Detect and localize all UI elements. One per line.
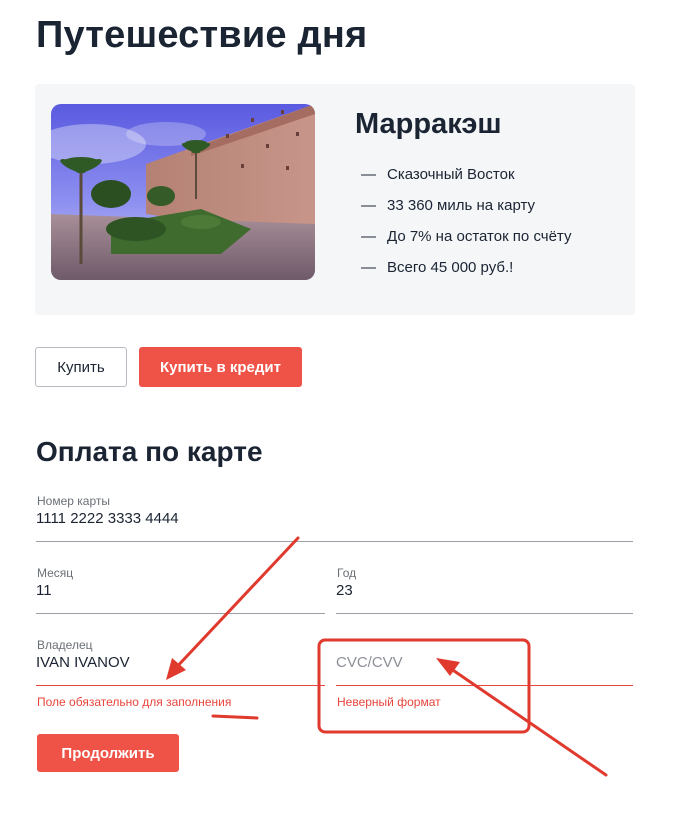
dash-icon: — bbox=[361, 259, 376, 276]
month-input[interactable] bbox=[36, 579, 325, 601]
trip-features-list: — Сказочный Восток —33 360 миль на карту … bbox=[361, 164, 571, 288]
year-input[interactable] bbox=[336, 579, 633, 601]
month-label: Месяц bbox=[37, 566, 74, 580]
cvc-underline bbox=[336, 685, 633, 686]
buy-credit-button[interactable]: Купить в кредит bbox=[139, 347, 302, 387]
cvc-error-message: Неверный формат bbox=[337, 695, 441, 709]
dash-icon: — bbox=[361, 166, 376, 183]
marrakech-wall-photo bbox=[51, 104, 315, 280]
trip-feature-text: 33 360 миль на карту bbox=[387, 197, 536, 214]
owner-underline bbox=[36, 685, 325, 686]
trip-card: Марракэш — Сказочный Восток — 33 360 миль … bbox=[35, 84, 635, 315]
payment-section-title: Оплата по карте bbox=[36, 436, 263, 467]
page-title: Путешествие дня bbox=[36, 14, 368, 56]
year-label: Год bbox=[337, 566, 357, 580]
dash-icon: — bbox=[361, 228, 376, 245]
year-field: Год bbox=[336, 566, 633, 616]
trip-feature-text: До 7% на остаток по счёту bbox=[387, 228, 572, 245]
card-number-underline bbox=[36, 541, 633, 542]
month-field: Месяц bbox=[36, 566, 325, 616]
trip-feature: — Всего 45 000 руб.! bbox=[361, 257, 571, 288]
cvc-input[interactable] bbox=[336, 651, 633, 673]
trip-feature: — До 7% на остаток по счёту bbox=[361, 226, 571, 257]
cvc-field: Неверный формат bbox=[336, 638, 633, 713]
trip-feature: — 33 360 миль на карту bbox=[361, 195, 571, 226]
month-underline bbox=[36, 613, 325, 614]
card-number-label: Номер карты bbox=[37, 494, 110, 508]
owner-error-message: Поле обязательно для заполнения bbox=[37, 695, 232, 709]
year-underline bbox=[336, 613, 633, 614]
trip-feature-text: Сказочный Восток bbox=[387, 166, 515, 183]
owner-error-underline-marker bbox=[211, 714, 259, 720]
card-number-field: Номер карты bbox=[36, 494, 633, 544]
buy-button[interactable]: Купить bbox=[35, 347, 127, 387]
trip-feature-text: Всего 45 000 руб.! bbox=[387, 259, 514, 276]
dash-icon: — bbox=[361, 197, 376, 214]
owner-label: Владелец bbox=[37, 638, 93, 652]
trip-feature: — Сказочный Восток bbox=[361, 164, 571, 195]
owner-field: Владелец Поле обязательно для заполнения bbox=[36, 638, 325, 713]
card-number-input[interactable] bbox=[36, 507, 633, 529]
owner-input[interactable] bbox=[36, 651, 325, 673]
trip-city-title: Марракэш bbox=[355, 108, 502, 140]
continue-button[interactable]: Продолжить bbox=[37, 734, 179, 772]
